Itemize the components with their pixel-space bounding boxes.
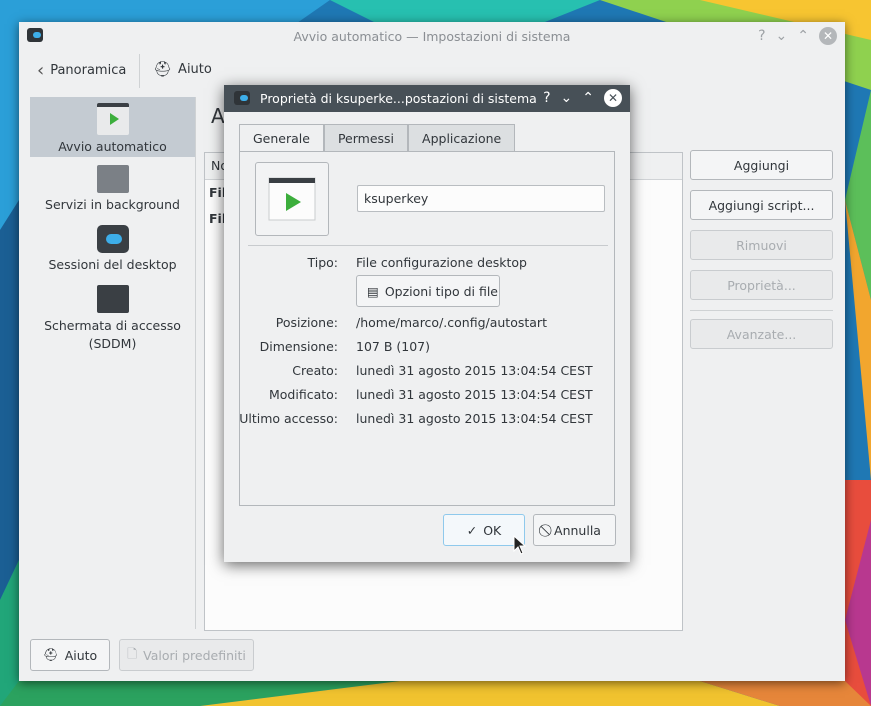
sidebar-item-services[interactable]: Servizi in background: [30, 159, 195, 217]
close-icon[interactable]: ✕: [819, 27, 837, 45]
sidebar-item-sessions[interactable]: Sessioni del desktop: [30, 219, 195, 277]
name-separator: [248, 245, 608, 246]
name-field[interactable]: ksuperkey: [357, 185, 605, 212]
close-icon[interactable]: ✕: [604, 89, 622, 107]
sidebar-item-login-screen[interactable]: Schermata di accesso (SDDM): [30, 279, 195, 355]
general-tab-panel: ksuperkey Tipo: File configurazione desk…: [239, 151, 615, 506]
defaults-button-label: Valori predefiniti: [143, 647, 246, 663]
sidebar-item-label: Schermata di accesso (SDDM): [44, 318, 181, 351]
app-icon: [234, 91, 250, 105]
file-type-options-label: Opzioni tipo di file: [384, 283, 498, 299]
cancel-button[interactable]: ⃠ Annulla: [533, 514, 616, 546]
tab-general[interactable]: Generale: [239, 124, 324, 152]
tab-application[interactable]: Applicazione: [408, 124, 516, 151]
created-label: Creato:: [292, 363, 338, 378]
location-value: /home/marco/.config/autostart: [356, 315, 547, 330]
dialog-titlebar[interactable]: Proprietà di ksuperke...postazioni di si…: [224, 85, 630, 112]
back-button-label: Panoramica: [50, 63, 127, 78]
tab-permissions[interactable]: Permessi: [323, 124, 409, 151]
accessed-value: lunedì 31 agosto 2015 13:04:54 CEST: [356, 411, 593, 426]
file-icon-button[interactable]: [255, 162, 329, 236]
modified-value: lunedì 31 agosto 2015 13:04:54 CEST: [356, 387, 593, 402]
defaults-button[interactable]: 🗋 Valori predefiniti: [119, 639, 254, 671]
sidebar-item-label: Sessioni del desktop: [48, 257, 177, 272]
maximize-icon[interactable]: ⌃: [797, 28, 809, 44]
help-icon[interactable]: ?: [543, 90, 550, 106]
accessed-label: Ultimo accesso:: [239, 411, 338, 426]
back-button[interactable]: ‹ Panoramica: [37, 60, 126, 81]
type-value: File configurazione desktop: [356, 255, 527, 270]
modified-label: Modificato:: [268, 387, 338, 402]
help-icon[interactable]: ?: [758, 28, 765, 44]
type-label: Tipo:: [307, 255, 338, 270]
checkmark-icon: ✓: [466, 522, 478, 538]
dialog-tabs: Generale Permessi Applicazione: [239, 124, 516, 152]
chevron-left-icon: ‹: [37, 60, 45, 81]
minimize-icon[interactable]: ⌄: [561, 90, 573, 106]
location-label: Posizione:: [275, 315, 338, 330]
add-program-button[interactable]: Aggiungi programma...: [690, 150, 833, 203]
services-icon: [96, 165, 129, 193]
properties-button[interactable]: Proprietà...: [690, 270, 833, 300]
window-titlebar[interactable]: Avvio automatico — Impostazioni di siste…: [19, 22, 845, 50]
remove-button[interactable]: Rimuovi: [690, 230, 833, 260]
lifebuoy-icon: ⛑: [42, 647, 59, 662]
sidebar-item-label: Servizi in background: [45, 197, 180, 212]
bottom-help-label: Aiuto: [64, 647, 98, 663]
settings-list-icon: ▤: [367, 283, 379, 299]
file-type-options-button[interactable]: ▤ Opzioni tipo di file: [356, 275, 500, 307]
add-script-button[interactable]: Aggiungi script...: [690, 190, 833, 220]
window-title: Avvio automatico — Impostazioni di siste…: [293, 29, 571, 44]
login-screen-icon: [96, 285, 129, 313]
advanced-button[interactable]: Avanzate...: [690, 319, 833, 349]
main-toolbar: ‹ Panoramica ⛑ Aiuto: [19, 50, 845, 90]
help-button[interactable]: ⛑ Aiuto: [153, 60, 212, 78]
properties-dialog: Proprietà di ksuperke...postazioni di si…: [224, 85, 630, 562]
size-value: 107 B (107): [356, 339, 430, 354]
minimize-icon[interactable]: ⌄: [776, 28, 788, 44]
dialog-title: Proprietà di ksuperke...postazioni di si…: [260, 91, 537, 106]
sidebar: Avvio automatico Servizi in background S…: [30, 97, 195, 629]
bottom-help-button[interactable]: ⛑ Aiuto: [30, 639, 110, 671]
session-icon: [96, 225, 129, 253]
toolbar-separator: [139, 54, 140, 88]
cancel-button-label: Annulla: [554, 522, 601, 538]
autostart-icon: [96, 103, 129, 135]
lifebuoy-icon: ⛑: [153, 60, 173, 78]
help-button-label: Aiuto: [178, 61, 212, 77]
sidebar-divider: [195, 97, 196, 629]
sidebar-item-autostart[interactable]: Avvio automatico: [30, 97, 195, 157]
sidebar-item-label: Avvio automatico: [58, 139, 167, 154]
document-revert-icon: 🗋: [127, 645, 138, 661]
maximize-icon[interactable]: ⌃: [582, 90, 594, 106]
button-separator: [690, 310, 833, 311]
size-label: Dimensione:: [259, 339, 338, 354]
ok-button-label: OK: [483, 522, 502, 538]
created-value: lunedì 31 agosto 2015 13:04:54 CEST: [356, 363, 593, 378]
page-title: A: [211, 104, 225, 128]
